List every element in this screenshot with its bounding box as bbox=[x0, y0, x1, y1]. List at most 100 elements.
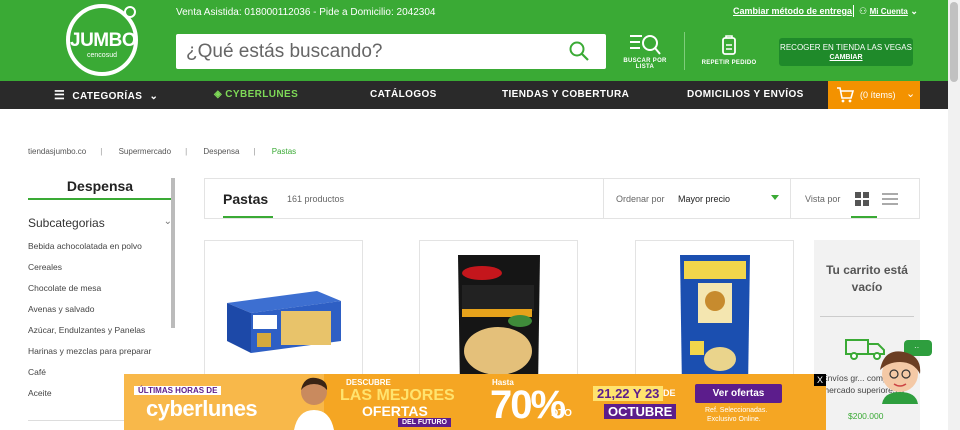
product-image bbox=[458, 255, 540, 389]
product-image bbox=[680, 255, 750, 389]
banner-offers: OFERTAS bbox=[362, 403, 428, 419]
chevron-down-icon: ⌄ bbox=[910, 6, 918, 16]
title-underline bbox=[223, 216, 273, 218]
store-pickup-label: RECOGER EN TIENDA LAS VEGAS bbox=[780, 43, 912, 52]
banner-discover: DESCUBRE bbox=[346, 378, 391, 387]
banner-de: DE bbox=[663, 388, 676, 398]
sort-label: Ordenar por bbox=[616, 194, 665, 204]
page-scrollbar[interactable] bbox=[948, 0, 960, 430]
cart-count: (0 ítems) bbox=[860, 90, 896, 100]
listing-toolbar: Pastas 161 productos Ordenar por Mayor p… bbox=[204, 178, 920, 219]
categories-menu[interactable]: ☰ CATEGORÍAS ⌄ bbox=[54, 81, 158, 109]
search-input[interactable] bbox=[186, 34, 556, 69]
nav-stores[interactable]: TIENDAS Y COBERTURA bbox=[502, 81, 629, 109]
breadcrumb-separator: | bbox=[100, 147, 103, 156]
sidebar-title: Despensa bbox=[28, 178, 172, 200]
banner-person-image bbox=[292, 374, 336, 430]
sidebar-item[interactable]: Cereales bbox=[28, 261, 170, 282]
banner-top-text: ÚLTIMAS HORAS DE bbox=[134, 386, 222, 395]
logo-sub: cencosud bbox=[87, 52, 117, 59]
account-menu[interactable]: ⚇ Mi Cuenta ⌄ bbox=[859, 6, 918, 17]
cyberlunes-icon: ◈ bbox=[214, 89, 223, 100]
list-view-icon[interactable] bbox=[882, 192, 898, 206]
sidebar-scrollbar[interactable] bbox=[171, 178, 175, 328]
cart-button[interactable]: (0 ítems) ⌄ bbox=[828, 81, 920, 109]
account-divider bbox=[853, 5, 854, 17]
sidebar-item[interactable]: Avenas y salvado bbox=[28, 303, 170, 324]
sidebar-item[interactable]: Azúcar, Endulzantes y Panelas bbox=[28, 324, 170, 345]
search-bar bbox=[176, 34, 606, 69]
breadcrumb-home[interactable]: tiendasjumbo.co bbox=[28, 147, 86, 156]
sidebar-item[interactable]: Bebida achocolatada en polvo bbox=[28, 240, 170, 261]
nav-delivery[interactable]: DOMICILIOS Y ENVÍOS bbox=[687, 81, 804, 109]
see-offers-button[interactable]: Ver ofertas bbox=[695, 384, 782, 403]
logo-dot bbox=[124, 6, 136, 18]
chat-assistant-button[interactable]: ·· bbox=[870, 340, 934, 404]
banner-percent: 70% bbox=[490, 383, 566, 427]
product-image bbox=[227, 291, 341, 353]
svg-text:··: ·· bbox=[914, 343, 919, 352]
repeat-order-button[interactable]: REPETIR PEDIDO bbox=[698, 34, 760, 66]
store-pickup-button[interactable]: RECOGER EN TIENDA LAS VEGAS CAMBIAR bbox=[779, 38, 913, 66]
hamburger-icon: ☰ bbox=[54, 88, 66, 102]
sort-value: Mayor precio bbox=[678, 194, 731, 204]
product-card[interactable] bbox=[204, 240, 363, 390]
change-delivery-link[interactable]: Cambiar método de entrega bbox=[733, 6, 852, 16]
list-search-icon bbox=[630, 35, 661, 55]
sort-select[interactable]: Mayor precio bbox=[677, 179, 787, 218]
search-icon[interactable] bbox=[569, 41, 589, 61]
repeat-order-label: REPETIR PEDIDO bbox=[701, 60, 757, 66]
banner-dto: DTO bbox=[551, 408, 572, 419]
logo-wordmark: JUMBO bbox=[70, 30, 137, 51]
banner-close-button[interactable]: X bbox=[814, 374, 826, 386]
breadcrumb-despensa[interactable]: Despensa bbox=[203, 147, 239, 156]
list-search-button[interactable]: BUSCAR POR LISTA bbox=[614, 32, 676, 70]
banner-note-1: Ref. Seleccionadas. bbox=[705, 407, 768, 414]
jumbo-logo[interactable]: JUMBO cencosud bbox=[66, 4, 138, 76]
categories-label: CATEGORÍAS bbox=[72, 91, 143, 102]
breadcrumb: tiendasjumbo.co | Supermercado | Despensa |… bbox=[28, 147, 310, 156]
subcategories-label: Subcategorias bbox=[28, 216, 105, 230]
nav-cyberlunes[interactable]: ◈ CYBERLUNES bbox=[214, 81, 298, 109]
mini-cart-empty: Tu carrito está vacío bbox=[826, 263, 908, 294]
main-nav: ☰ CATEGORÍAS ⌄ ◈ CYBERLUNES CATÁLOGOS TI… bbox=[0, 81, 948, 109]
free-shipping-amount: $200.000 bbox=[848, 411, 884, 421]
toolbar-divider bbox=[603, 179, 604, 218]
chevron-down-icon: ⌄ bbox=[149, 91, 159, 102]
store-change-link[interactable]: CAMBIAR bbox=[779, 53, 913, 63]
banner-future: DEL FUTURO bbox=[398, 418, 451, 427]
product-card[interactable] bbox=[635, 240, 794, 390]
list-search-label: BUSCAR POR LISTA bbox=[623, 58, 667, 70]
grid-view-icon[interactable] bbox=[855, 192, 869, 206]
banner-note-2: Exclusivo Online. bbox=[707, 416, 761, 423]
breadcrumb-separator: | bbox=[185, 147, 188, 156]
chevron-down-icon: ⌄ bbox=[906, 88, 916, 100]
product-card[interactable] bbox=[419, 240, 578, 390]
view-active-underline bbox=[851, 216, 877, 218]
account-label: Mi Cuenta bbox=[869, 7, 908, 16]
banner-brand: cyberlunes bbox=[146, 396, 258, 421]
chevron-down-icon: ⌄ bbox=[163, 216, 172, 227]
sidebar-item[interactable]: Harinas y mezclas para preparar bbox=[28, 345, 170, 366]
breadcrumb-separator: | bbox=[253, 147, 256, 156]
site-header: JUMBO cencosud Venta Asistida: 018000112… bbox=[0, 0, 948, 81]
breadcrumb-supermercado[interactable]: Supermercado bbox=[119, 147, 171, 156]
caret-down-icon bbox=[771, 195, 779, 200]
toolbar-divider bbox=[790, 179, 791, 218]
view-label: Vista por bbox=[805, 194, 841, 204]
nav-catalogs[interactable]: CATÁLOGOS bbox=[370, 81, 437, 109]
cyberlunes-label: CYBERLUNES bbox=[225, 89, 299, 100]
repeat-order-icon bbox=[722, 35, 736, 55]
scrollbar-thumb[interactable] bbox=[950, 2, 958, 82]
subcategories-toggle[interactable]: Subcategorias ⌄ bbox=[28, 216, 174, 230]
banner-dates: 21,22 Y 23 bbox=[593, 386, 664, 401]
promo-banner[interactable]: ÚLTIMAS HORAS DE cyberlunes DESCUBRE LAS… bbox=[124, 374, 826, 430]
header-divider bbox=[684, 32, 685, 70]
breadcrumb-current: Pastas bbox=[271, 147, 297, 156]
mini-cart-divider bbox=[820, 316, 914, 317]
chat-avatar-icon: ·· bbox=[880, 340, 932, 404]
product-count: 161 productos bbox=[287, 194, 345, 204]
sidebar-item[interactable]: Chocolate de mesa bbox=[28, 282, 170, 303]
user-icon: ⚇ bbox=[859, 6, 868, 16]
contact-info: Venta Asistida: 018000112036 - Pide a Do… bbox=[176, 7, 436, 18]
